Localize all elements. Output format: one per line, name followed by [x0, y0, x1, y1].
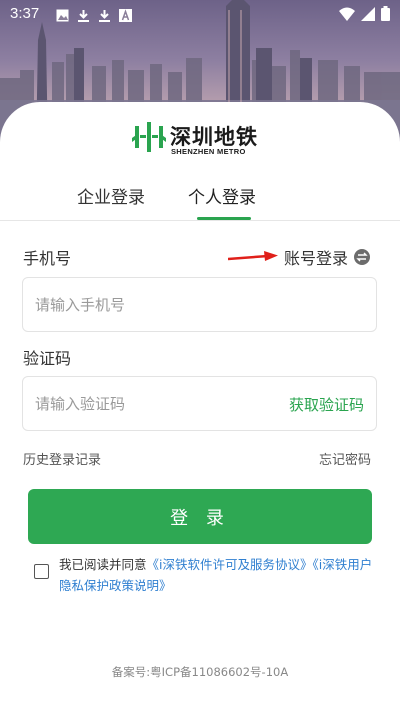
login-button[interactable]: 登 录 [28, 489, 372, 544]
phone-input[interactable] [35, 278, 275, 331]
status-bar: 3:37 [0, 0, 400, 28]
icp-record: 备案号:粤ICP备11086602号-10A [111, 665, 289, 679]
login-tabs: 企业登录 个人登录 [0, 178, 400, 220]
system-icons [339, 6, 390, 25]
code-input[interactable] [35, 377, 275, 430]
status-time: 3:37 [10, 5, 40, 22]
agreement-checkbox[interactable] [34, 564, 49, 579]
switch-icon [354, 249, 371, 265]
forgot-password-link[interactable]: 忘记密码 [319, 449, 371, 468]
agreement-prefix: 我已阅读并同意 [59, 557, 147, 572]
metro-logo-icon [132, 122, 166, 152]
wifi-icon [339, 6, 355, 25]
phone-field [22, 277, 377, 332]
battery-icon [381, 6, 390, 25]
tab-enterprise-login[interactable]: 企业登录 [77, 183, 145, 208]
phone-label: 手机号 [23, 249, 72, 268]
image-icon [56, 7, 69, 22]
download-icon [77, 7, 90, 22]
service-agreement-link[interactable]: 《i深铁软件许可及服务协议》 [147, 557, 313, 572]
code-label: 验证码 [23, 349, 72, 368]
logo-name-en: SHENZHEN METRO [171, 147, 246, 156]
get-code-button[interactable]: 获取验证码 [289, 394, 364, 415]
signal-icon [361, 6, 375, 25]
tab-personal-login[interactable]: 个人登录 [188, 183, 256, 208]
font-icon [119, 7, 132, 22]
tabs-divider [0, 220, 400, 221]
code-field: 获取验证码 [22, 376, 377, 431]
account-login-label: 账号登录 [284, 249, 349, 268]
shenzhen-metro-logo: 深圳地铁 SHENZHEN METRO [132, 118, 272, 160]
notification-icons [56, 7, 132, 22]
login-history-link[interactable]: 历史登录记录 [23, 449, 101, 468]
red-arrow-annotation [228, 251, 278, 261]
account-login-switch[interactable]: 账号登录 [284, 245, 371, 269]
download-icon [98, 7, 111, 22]
agreement-text: 我已阅读并同意《i深铁软件许可及服务协议》《i深铁用户隐私保护政策说明》 [59, 554, 374, 596]
